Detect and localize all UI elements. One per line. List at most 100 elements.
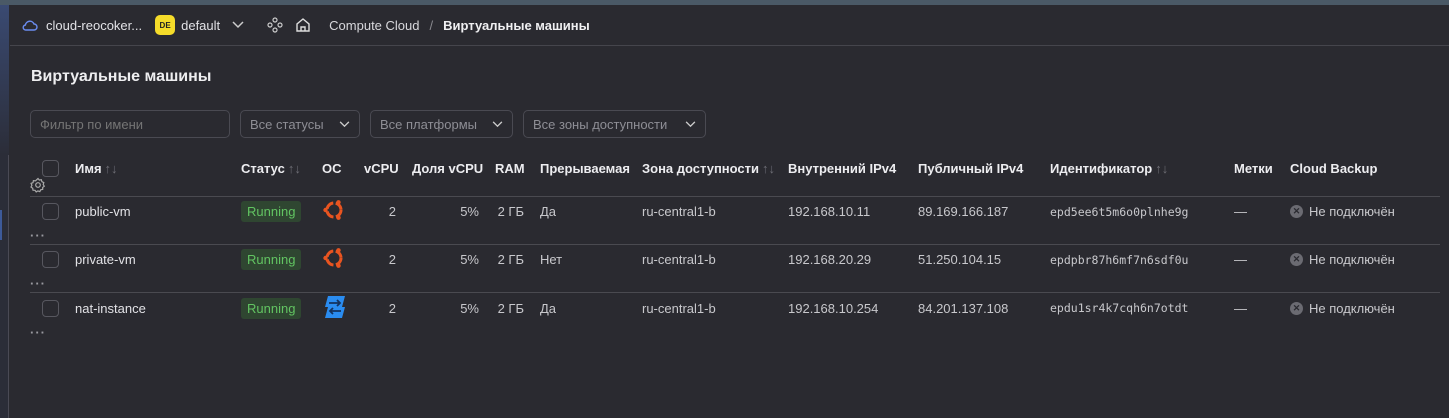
chevron-down-icon — [339, 120, 350, 127]
breadcrumb-compute-cloud[interactable]: Compute Cloud — [329, 18, 419, 33]
vcpu-share: 5% — [460, 204, 479, 220]
vm-table: Имя ↑↓ Статус ↑↓ ОС vCPU Доля vCPU RAM Пре… — [30, 160, 1440, 341]
breadcrumb-separator: / — [429, 17, 434, 33]
labels: — — [1234, 204, 1247, 220]
sort-icon[interactable]: ↑↓ — [1155, 161, 1168, 176]
public-ip: 89.169.166.187 — [918, 204, 1009, 220]
vm-name[interactable]: public-vm — [75, 204, 241, 219]
folder-name: default — [181, 17, 221, 33]
ram: 2 ГБ — [497, 252, 524, 268]
chevron-down-icon — [232, 21, 244, 29]
status-badge: Running — [241, 201, 302, 223]
row-checkbox[interactable] — [42, 299, 59, 317]
chevron-down-icon — [492, 120, 503, 127]
sort-icon[interactable]: ↑↓ — [105, 161, 118, 176]
home-icon[interactable] — [295, 17, 311, 33]
status-badge: Running — [241, 297, 302, 319]
close-circle-icon: ✕ — [1290, 205, 1303, 219]
more-actions-icon[interactable]: ··· — [30, 276, 75, 291]
vcpu: 2 — [388, 252, 396, 268]
cloud-selector[interactable]: cloud-reocoker... — [22, 17, 142, 33]
col-name[interactable]: Имя ↑↓ — [75, 161, 241, 176]
os-cell — [322, 295, 364, 322]
col-labels: Метки — [1234, 161, 1273, 176]
vm-name[interactable]: nat-instance — [75, 301, 241, 316]
folder-selector[interactable]: DE default — [142, 15, 244, 35]
vm-id: epdpbr87h6mf7n6sdf0u — [1050, 252, 1189, 267]
row-checkbox[interactable] — [42, 251, 59, 269]
more-actions-icon[interactable]: ··· — [30, 325, 75, 340]
internal-ip: 192.168.10.11 — [788, 204, 871, 220]
ram: 2 ГБ — [497, 300, 524, 316]
table-row[interactable]: private-vm Running 2 5% 2 ГБ Нет ru-cent… — [30, 245, 1440, 293]
more-actions-icon[interactable]: ··· — [30, 228, 75, 243]
col-os: ОС — [322, 161, 342, 176]
ubuntu-icon — [323, 248, 343, 269]
col-internal-ip: Внутренний IPv4 — [788, 161, 897, 176]
col-preemptible: Прерываемая — [540, 161, 630, 176]
row-checkbox[interactable] — [42, 203, 59, 221]
folder-badge: DE — [155, 15, 176, 35]
chevron-down-icon — [685, 120, 696, 127]
zone: ru-central1-b — [642, 300, 716, 316]
zone: ru-central1-b — [642, 204, 716, 220]
top-bar: cloud-reocoker... DE default Compute Clo… — [10, 5, 1449, 46]
vcpu: 2 — [388, 300, 396, 316]
vcpu-share: 5% — [460, 300, 479, 316]
col-backup: Cloud Backup — [1290, 161, 1378, 176]
backup-status: ✕ Не подключён — [1290, 301, 1416, 316]
vm-id: epdu1sr4k7cqh6n7otdt — [1050, 301, 1189, 315]
table-row[interactable]: nat-instance Running 2 5% 2 ГБ Да ru-cen… — [30, 293, 1440, 341]
vm-name[interactable]: private-vm — [75, 252, 241, 267]
left-sidebar — [0, 5, 9, 418]
table-row[interactable]: public-vm Running 2 5% 2 ГБ Да ru-centra… — [30, 197, 1440, 245]
vcpu-share: 5% — [460, 252, 479, 268]
internal-ip: 192.168.10.254 — [788, 300, 879, 316]
vcpu: 2 — [388, 204, 396, 220]
status-filter[interactable]: Все статусы — [240, 110, 360, 138]
os-cell — [322, 198, 364, 225]
cloud-name: cloud-reocoker... — [46, 17, 143, 33]
close-circle-icon: ✕ — [1290, 301, 1303, 315]
gear-icon[interactable] — [30, 177, 46, 193]
ubuntu-icon — [323, 200, 343, 221]
table-header: Имя ↑↓ Статус ↑↓ ОС vCPU Доля vCPU RAM Пре… — [30, 160, 1440, 197]
status-filter-label: Все статусы — [250, 116, 324, 132]
col-zone[interactable]: Зона доступности ↑↓ — [642, 161, 788, 176]
col-status[interactable]: Статус ↑↓ — [241, 161, 322, 176]
name-filter-input[interactable] — [30, 110, 230, 138]
page-title: Виртуальные машины — [31, 68, 212, 85]
close-circle-icon: ✕ — [1290, 253, 1303, 267]
os-cell — [322, 246, 364, 273]
sort-icon[interactable]: ↑↓ — [762, 161, 775, 176]
labels: — — [1234, 252, 1247, 268]
filters: Все статусы Все платформы Все зоны досту… — [30, 110, 706, 138]
col-id[interactable]: Идентификатор ↑↓ — [1050, 161, 1234, 176]
col-vcpu: vCPU — [364, 161, 399, 176]
labels: — — [1234, 300, 1247, 316]
platform-filter-label: Все платформы — [380, 116, 477, 132]
col-ram: RAM — [495, 161, 525, 176]
platform-filter[interactable]: Все платформы — [370, 110, 513, 138]
select-all-checkbox[interactable] — [42, 160, 59, 177]
backup-status: ✕ Не подключён — [1290, 252, 1416, 267]
vm-id: epd5ee6t5m6o0plnhe9g — [1050, 204, 1189, 219]
preemptible: Да — [540, 204, 557, 220]
zone-filter-label: Все зоны доступности — [533, 116, 668, 132]
zone: ru-central1-b — [642, 252, 716, 268]
status-badge: Running — [241, 249, 302, 271]
internal-ip: 192.168.20.29 — [788, 252, 872, 268]
public-ip: 51.250.104.15 — [918, 252, 1002, 268]
public-ip: 84.201.137.108 — [918, 300, 1009, 316]
preemptible: Нет — [540, 252, 563, 268]
zone-filter[interactable]: Все зоны доступности — [523, 110, 706, 138]
services-icon[interactable] — [267, 17, 283, 33]
col-share: Доля vCPU — [412, 161, 484, 176]
backup-status: ✕ Не подключён — [1290, 204, 1416, 219]
ram: 2 ГБ — [497, 204, 524, 220]
sort-icon[interactable]: ↑↓ — [288, 161, 301, 176]
cloud-icon — [22, 20, 38, 31]
preemptible: Да — [540, 300, 557, 316]
breadcrumb-current: Виртуальные машины — [443, 17, 590, 33]
nat-instance-icon — [325, 295, 345, 318]
